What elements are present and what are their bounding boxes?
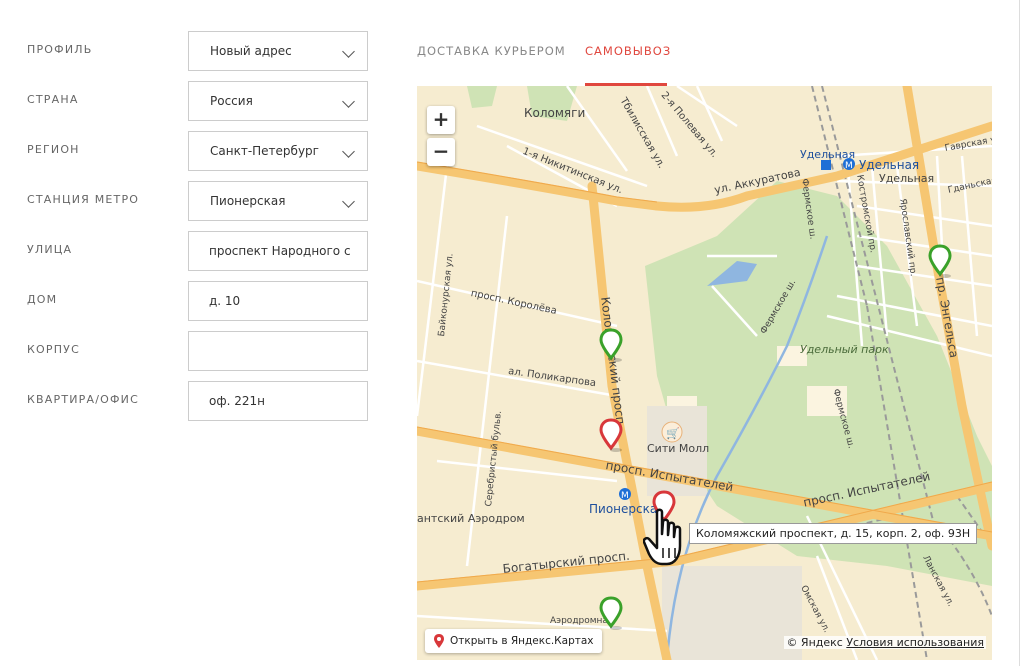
chevron-down-icon bbox=[342, 95, 355, 108]
map-label-city-mall: Сити Молл bbox=[647, 442, 710, 455]
map-label-udelny-park: Удельный парк bbox=[800, 343, 889, 356]
address-form: Профиль Новый адрес Страна Россия Регион… bbox=[0, 0, 400, 666]
map-label-kolomyagi: Коломяги bbox=[524, 106, 586, 120]
street-label: Улица bbox=[27, 243, 73, 256]
profile-select[interactable]: Новый адрес bbox=[188, 31, 368, 71]
pickup-point-pin-red[interactable] bbox=[598, 418, 624, 454]
zoom-out-button[interactable]: − bbox=[427, 138, 455, 166]
building-label: Корпус bbox=[27, 343, 80, 356]
profile-value: Новый адрес bbox=[210, 44, 292, 58]
house-input[interactable]: д. 10 bbox=[188, 281, 368, 321]
tab-courier-delivery[interactable]: ДОСТАВКА КУРЬЕРОМ bbox=[417, 44, 566, 58]
house-row: Дом д. 10 bbox=[0, 281, 400, 323]
house-label: Дом bbox=[27, 293, 58, 306]
metro-select[interactable]: Пионерская bbox=[188, 181, 368, 221]
apartment-row: Квартира/офис оф. 221н bbox=[0, 381, 400, 423]
chevron-down-icon bbox=[342, 45, 355, 58]
building-row: Корпус bbox=[0, 331, 400, 373]
profile-label: Профиль bbox=[27, 43, 93, 56]
country-value: Россия bbox=[210, 94, 253, 108]
map-label-udelnaya-3: Удельная bbox=[879, 172, 935, 185]
checkout-frame: Профиль Новый адрес Страна Россия Регион… bbox=[0, 0, 1020, 666]
apartment-input[interactable]: оф. 221н bbox=[188, 381, 368, 421]
chevron-down-icon bbox=[342, 195, 355, 208]
region-row: Регион Санкт-Петербург bbox=[0, 131, 400, 173]
terms-of-use-link[interactable]: Условия использования bbox=[846, 636, 984, 649]
pickup-point-pin-green[interactable] bbox=[598, 596, 624, 632]
map-copyright: © Яндекс Условия использования bbox=[784, 636, 986, 649]
region-value: Санкт-Петербург bbox=[210, 144, 319, 158]
metro-row: Станция метро Пионерская bbox=[0, 181, 400, 223]
zoom-in-button[interactable]: + bbox=[427, 106, 455, 134]
region-label: Регион bbox=[27, 143, 80, 156]
svg-text:М: М bbox=[845, 161, 853, 171]
chevron-down-icon bbox=[342, 145, 355, 158]
region-select[interactable]: Санкт-Петербург bbox=[188, 131, 368, 171]
metro-value: Пионерская bbox=[210, 194, 286, 208]
pickup-map[interactable]: М М 🛒 Коломяги 1-я Никитинская ул. Тбили… bbox=[417, 86, 992, 660]
tab-pickup[interactable]: САМОВЫВОЗ bbox=[585, 44, 671, 58]
country-row: Страна Россия bbox=[0, 81, 400, 123]
copyright-text: © Яндекс bbox=[786, 636, 843, 649]
metro-label: Станция метро bbox=[27, 193, 140, 206]
apartment-label: Квартира/офис bbox=[27, 393, 139, 406]
svg-text:🛒: 🛒 bbox=[666, 427, 680, 440]
map-pin-icon bbox=[434, 634, 444, 648]
svg-text:М: М bbox=[621, 491, 629, 501]
open-in-yandex-maps-button[interactable]: Открыть в Яндекс.Картах bbox=[425, 629, 602, 653]
profile-row: Профиль Новый адрес bbox=[0, 31, 400, 73]
open-in-yandex-maps-label: Открыть в Яндекс.Картах bbox=[450, 635, 594, 647]
country-label: Страна bbox=[27, 93, 79, 106]
country-select[interactable]: Россия bbox=[188, 81, 368, 121]
map-label-udelnaya-1: Удельная bbox=[800, 148, 856, 161]
building-input[interactable] bbox=[188, 331, 368, 371]
pickup-point-pin-green[interactable] bbox=[927, 244, 953, 280]
hand-cursor-icon bbox=[643, 508, 682, 566]
street-input[interactable]: проспект Народного с bbox=[188, 231, 368, 271]
pickup-point-tooltip: Коломяжский проспект, д. 15, корп. 2, оф… bbox=[689, 523, 978, 544]
map-label-udelnaya-2: Удельная bbox=[859, 158, 920, 172]
street-row: Улица проспект Народного с bbox=[0, 231, 400, 273]
map-label-aerodrom: антский Аэродром bbox=[417, 512, 525, 525]
pickup-point-pin-green[interactable] bbox=[598, 328, 624, 364]
